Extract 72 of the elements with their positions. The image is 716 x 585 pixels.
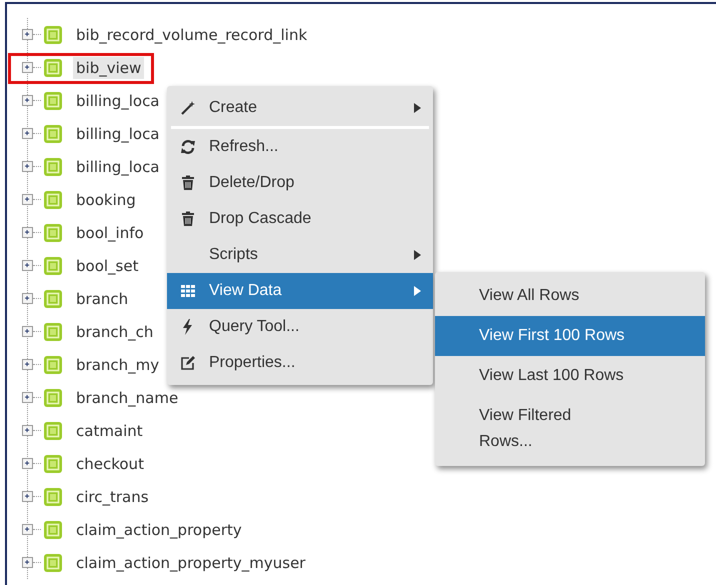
menu-item[interactable]: View Filtered Rows...	[435, 396, 635, 462]
tree-item[interactable]: bib_view	[73, 56, 144, 78]
view-icon	[43, 322, 63, 342]
view-icon	[43, 420, 63, 440]
expand-icon[interactable]	[22, 95, 33, 106]
edit-icon	[180, 355, 196, 371]
expand-icon[interactable]	[22, 227, 33, 238]
grid-icon	[180, 283, 196, 299]
view-icon	[43, 24, 63, 44]
expand-icon[interactable]	[22, 29, 33, 40]
tree-item[interactable]: billing_loca	[73, 122, 163, 144]
menu-item[interactable]: View Last 100 Rows	[435, 356, 705, 396]
trash-icon	[180, 211, 196, 227]
expand-icon[interactable]	[22, 326, 33, 337]
expand-icon[interactable]	[22, 260, 33, 271]
expand-icon[interactable]	[22, 458, 33, 469]
menu-item[interactable]: View Data	[167, 273, 433, 309]
view-icon	[43, 156, 63, 176]
view-icon	[43, 124, 63, 144]
expand-icon[interactable]	[22, 425, 33, 436]
menu-item[interactable]: Properties...	[167, 345, 433, 381]
menu-item[interactable]: Scripts	[167, 237, 433, 273]
view-icon	[43, 222, 63, 242]
tree-item[interactable]: bool_info	[73, 222, 147, 244]
menu-item[interactable]: Query Tool...	[167, 309, 433, 345]
submenu-arrow-icon	[414, 250, 421, 260]
tree-item[interactable]: branch_name	[73, 386, 182, 408]
submenu-arrow-icon	[414, 103, 421, 113]
tree-item[interactable]: bib_record_volume_record_link	[73, 24, 310, 46]
refresh-icon	[180, 139, 196, 155]
expand-icon[interactable]	[22, 524, 33, 535]
tree-item[interactable]: claim_action_property	[73, 518, 245, 540]
view-icon	[43, 288, 63, 308]
tree-item[interactable]: circ_trans	[73, 486, 152, 508]
expand-icon[interactable]	[22, 128, 33, 139]
submenu-arrow-icon	[414, 286, 421, 296]
expand-icon[interactable]	[22, 392, 33, 403]
expand-icon[interactable]	[22, 293, 33, 304]
view-icon	[43, 486, 63, 506]
view-icon	[43, 388, 63, 408]
view-icon	[43, 454, 63, 474]
expand-icon[interactable]	[22, 194, 33, 205]
tree-item[interactable]: branch_ch	[73, 320, 156, 342]
view-icon	[43, 520, 63, 540]
menu-item[interactable]: Drop Cascade	[167, 201, 433, 237]
view-icon	[43, 58, 63, 78]
tree-item[interactable]: claim_action_property_myuser	[73, 552, 308, 574]
menu-item[interactable]: Delete/Drop	[167, 165, 433, 201]
tree-item[interactable]: checkout	[73, 452, 147, 474]
tree-item[interactable]: branch_my	[73, 354, 162, 376]
expand-icon[interactable]	[22, 491, 33, 502]
tree-item[interactable]: branch	[73, 288, 132, 310]
tree-item[interactable]: catmaint	[73, 420, 146, 442]
expand-icon[interactable]	[22, 62, 33, 73]
expand-icon[interactable]	[22, 557, 33, 568]
expand-icon[interactable]	[22, 161, 33, 172]
view-icon	[43, 90, 63, 110]
tree-item[interactable]: billing_loca	[73, 90, 163, 112]
view-icon	[43, 190, 63, 210]
view-icon	[43, 256, 63, 276]
tree-item[interactable]: billing_loca	[73, 156, 163, 178]
trash-icon	[180, 175, 196, 191]
expand-icon[interactable]	[22, 359, 33, 370]
menu-item[interactable]: View First 100 Rows	[435, 316, 705, 356]
menu-item[interactable]: Create	[167, 90, 433, 126]
tree-item[interactable]: booking	[73, 188, 139, 210]
tree-item[interactable]: bool_set	[73, 254, 142, 276]
wand-icon	[180, 100, 196, 116]
menu-item[interactable]: Refresh...	[167, 129, 433, 165]
view-icon	[43, 552, 63, 572]
view-icon	[43, 354, 63, 374]
menu-item[interactable]: View All Rows	[435, 276, 705, 316]
